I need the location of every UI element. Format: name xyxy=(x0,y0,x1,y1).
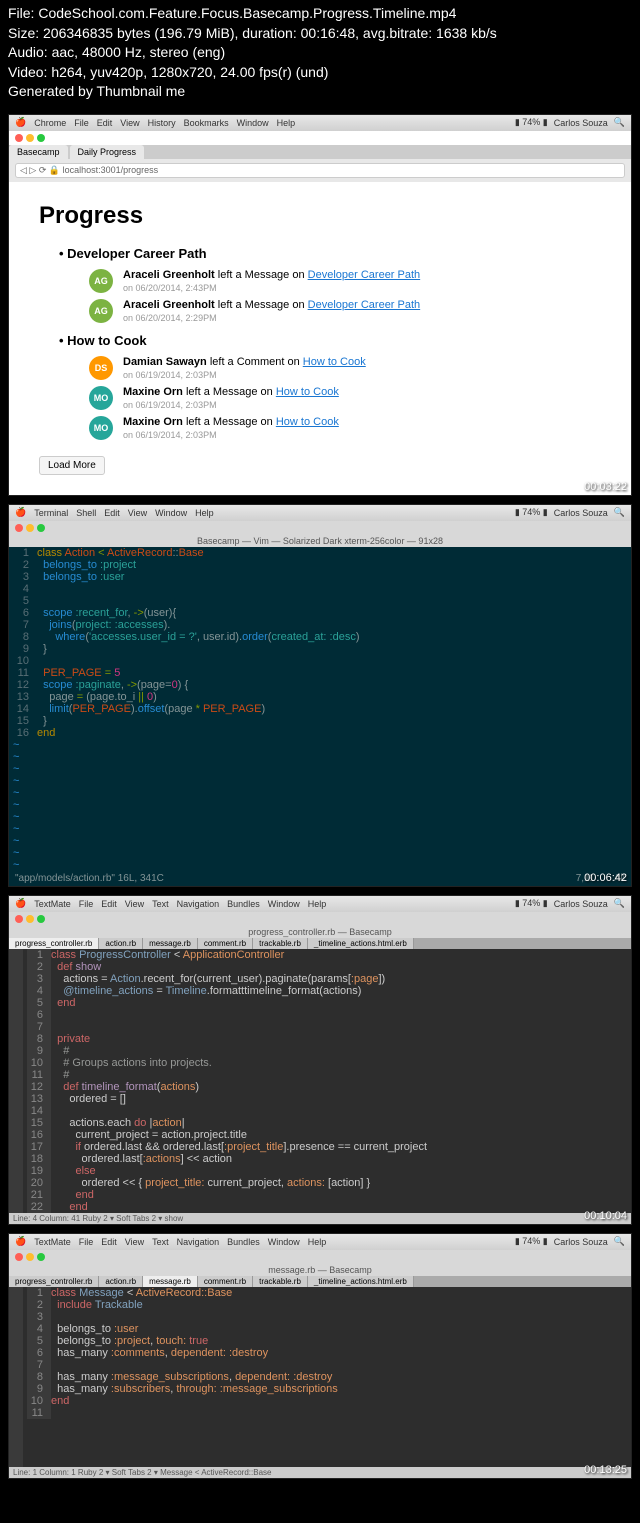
activity-item: AG Araceli Greenholt left a Message on De… xyxy=(89,269,601,293)
activity-item: MO Maxine Orn left a Message on How to Co… xyxy=(89,386,601,410)
activity-time: on 06/19/2014, 2:03PM xyxy=(123,430,339,440)
textmate-editor[interactable]: 1class ProgressController < ApplicationC… xyxy=(23,949,631,1213)
avatar: AG xyxy=(89,299,113,323)
status-bar: Line: 4 Column: 41 Ruby 2 ▾ Soft Tabs 2 … xyxy=(9,1213,631,1224)
window-controls[interactable] xyxy=(9,521,631,535)
project-title: • Developer Career Path xyxy=(59,246,601,261)
mac-menubar: 🍎TerminalShellEditViewWindowHelp ▮ 74% ▮… xyxy=(9,505,631,521)
activity-text: Maxine Orn left a Message on How to Cook xyxy=(123,386,339,398)
vim-editor[interactable]: 1class Action < ActiveRecord::Base 2 bel… xyxy=(9,547,631,886)
textmate-editor[interactable]: 1class Message < ActiveRecord::Base 2 in… xyxy=(23,1287,631,1467)
activity-item: MO Maxine Orn left a Message on How to Co… xyxy=(89,416,601,440)
activity-time: on 06/19/2014, 2:03PM xyxy=(123,370,366,380)
window-controls[interactable] xyxy=(9,131,631,145)
activity-text: Damian Sawayn left a Comment on How to C… xyxy=(123,356,366,368)
activity-link[interactable]: Developer Career Path xyxy=(308,269,421,281)
activity-link[interactable]: How to Cook xyxy=(303,356,366,368)
window-title: message.rb — Basecamp xyxy=(9,1264,631,1276)
timestamp: 00:13:25 xyxy=(584,1464,627,1476)
window-title: progress_controller.rb — Basecamp xyxy=(9,926,631,938)
editor-tabs[interactable]: progress_controller.rbaction.rbmessage.r… xyxy=(9,938,631,949)
avatar: AG xyxy=(89,269,113,293)
browser-tabs[interactable]: BasecampDaily Progress xyxy=(9,145,631,159)
thumbnail-3: 🍎TextMateFileEditViewTextNavigationBundl… xyxy=(8,895,632,1225)
avatar: MO xyxy=(89,386,113,410)
avatar: MO xyxy=(89,416,113,440)
timestamp: 00:03:22 xyxy=(584,481,627,493)
address-bar[interactable]: ◁ ▷ ⟳ 🔒 localhost:3001/progress xyxy=(15,163,625,178)
activity-item: AG Araceli Greenholt left a Message on De… xyxy=(89,299,601,323)
window-controls[interactable] xyxy=(9,1250,631,1264)
page-content: Progress • Developer Career Path AG Aracel… xyxy=(9,182,631,495)
activity-link[interactable]: How to Cook xyxy=(276,386,339,398)
editor-tabs[interactable]: progress_controller.rbaction.rbmessage.r… xyxy=(9,1276,631,1287)
page-title: Progress xyxy=(39,202,601,230)
file-metadata: File: CodeSchool.com.Feature.Focus.Basec… xyxy=(0,0,640,106)
activity-link[interactable]: How to Cook xyxy=(276,416,339,428)
activity-time: on 06/19/2014, 2:03PM xyxy=(123,400,339,410)
mac-menubar: 🍎TextMateFileEditViewTextNavigationBundl… xyxy=(9,1234,631,1250)
status-bar: Line: 1 Column: 1 Ruby 2 ▾ Soft Tabs 2 ▾… xyxy=(9,1467,631,1478)
vim-status-bar: "app/models/action.rb" 16L, 341C7,11 All xyxy=(9,871,631,886)
thumbnail-4: 🍎TextMateFileEditViewTextNavigationBundl… xyxy=(8,1233,632,1479)
project-title: • How to Cook xyxy=(59,333,601,348)
activity-text: Araceli Greenholt left a Message on Deve… xyxy=(123,269,420,281)
thumbnail-2: 🍎TerminalShellEditViewWindowHelp ▮ 74% ▮… xyxy=(8,504,632,887)
activity-item: DS Damian Sawayn left a Comment on How to… xyxy=(89,356,601,380)
activity-text: Maxine Orn left a Message on How to Cook xyxy=(123,416,339,428)
timestamp: 00:10:04 xyxy=(584,1210,627,1222)
activity-text: Araceli Greenholt left a Message on Deve… xyxy=(123,299,420,311)
timestamp: 00:06:42 xyxy=(584,872,627,884)
window-controls[interactable] xyxy=(9,912,631,926)
thumbnail-1: 🍎ChromeFileEditViewHistoryBookmarksWindo… xyxy=(8,114,632,496)
activity-time: on 06/20/2014, 2:29PM xyxy=(123,313,420,323)
avatar: DS xyxy=(89,356,113,380)
mac-menubar: 🍎TextMateFileEditViewTextNavigationBundl… xyxy=(9,896,631,912)
mac-menubar: 🍎ChromeFileEditViewHistoryBookmarksWindo… xyxy=(9,115,631,131)
activity-time: on 06/20/2014, 2:43PM xyxy=(123,283,420,293)
activity-link[interactable]: Developer Career Path xyxy=(308,299,421,311)
terminal-title: Basecamp — Vim — Solarized Dark xterm-25… xyxy=(9,535,631,547)
load-more-button[interactable]: Load More xyxy=(39,456,105,475)
